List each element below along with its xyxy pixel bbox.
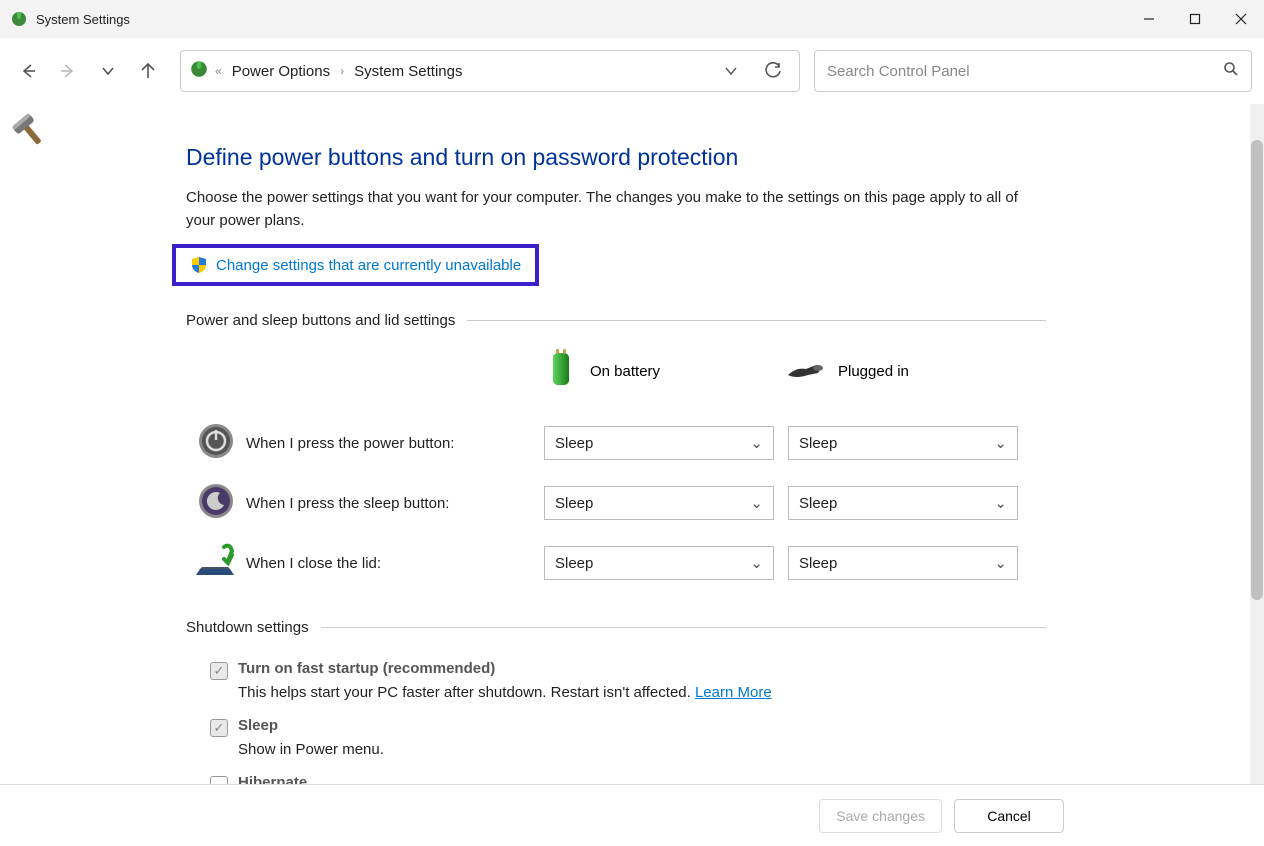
overflow-chevron-icon[interactable]: « [215, 64, 222, 78]
breadcrumb-system-settings[interactable]: System Settings [350, 61, 466, 82]
cancel-button[interactable]: Cancel [954, 799, 1064, 833]
change-settings-highlight: Change settings that are currently unava… [172, 244, 539, 286]
chevron-down-icon: ⌄ [750, 434, 763, 452]
address-dropdown[interactable] [713, 53, 749, 89]
search-input[interactable] [827, 63, 1223, 80]
row-close-lid-label: When I close the lid: [246, 555, 544, 572]
fast-startup-label: Turn on fast startup (recommended) [238, 660, 495, 677]
page-intro: Choose the power settings that you want … [186, 187, 1026, 232]
hammer-icon [8, 143, 54, 160]
history-dropdown[interactable] [90, 53, 126, 89]
app-icon [10, 10, 28, 28]
chevron-down-icon: ⌄ [994, 554, 1007, 572]
nav-toolbar: « Power Options › System Settings [0, 38, 1264, 104]
row-close-lid: When I close the lid: Sleep⌄ Sleep⌄ [186, 533, 1046, 593]
chevron-right-icon: › [340, 64, 344, 78]
left-gutter [0, 104, 70, 786]
power-button-plugged-combo[interactable]: Sleep⌄ [788, 426, 1018, 460]
section-shutdown-title: Shutdown settings [186, 619, 309, 636]
section-power-buttons-title: Power and sleep buttons and lid settings [186, 312, 455, 329]
scrollbar-thumb[interactable] [1251, 140, 1263, 600]
page-title: Define power buttons and turn on passwor… [186, 144, 1250, 171]
change-settings-link[interactable]: Change settings that are currently unava… [216, 257, 521, 274]
fast-startup-checkbox[interactable] [210, 662, 228, 680]
power-button-icon [196, 421, 236, 466]
search-box[interactable] [814, 50, 1252, 92]
save-changes-button[interactable]: Save changes [819, 799, 942, 833]
footer-bar: Save changes Cancel [0, 784, 1264, 846]
column-plugged-in-label: Plugged in [838, 363, 909, 380]
column-on-battery-label: On battery [590, 363, 660, 380]
content-area: Define power buttons and turn on passwor… [70, 104, 1250, 786]
close-lid-battery-combo[interactable]: Sleep⌄ [544, 546, 774, 580]
address-bar[interactable]: « Power Options › System Settings [180, 50, 800, 92]
row-sleep-button-label: When I press the sleep button: [246, 495, 544, 512]
close-lid-plugged-combo[interactable]: Sleep⌄ [788, 546, 1018, 580]
chevron-down-icon: ⌄ [750, 554, 763, 572]
divider [321, 627, 1046, 628]
sleep-button-icon [196, 481, 236, 526]
breadcrumb-power-options[interactable]: Power Options [228, 61, 334, 82]
battery-icon [544, 347, 578, 395]
sleep-option-desc: Show in Power menu. [186, 741, 1046, 768]
up-button[interactable] [130, 53, 166, 89]
titlebar: System Settings [0, 0, 1264, 38]
learn-more-link[interactable]: Learn More [695, 684, 772, 701]
sleep-checkbox[interactable] [210, 719, 228, 737]
refresh-button[interactable] [755, 53, 791, 89]
row-sleep-button: When I press the sleep button: Sleep⌄ Sl… [186, 473, 1046, 533]
laptop-lid-icon [194, 541, 238, 586]
control-panel-icon [189, 59, 209, 84]
plug-icon [786, 357, 826, 385]
back-button[interactable] [10, 53, 46, 89]
window-title: System Settings [36, 12, 130, 27]
sleep-button-battery-combo[interactable]: Sleep⌄ [544, 486, 774, 520]
sleep-button-plugged-combo[interactable]: Sleep⌄ [788, 486, 1018, 520]
fast-startup-desc: This helps start your PC faster after sh… [186, 684, 1046, 711]
sleep-option-label: Sleep [238, 717, 278, 734]
row-power-button-label: When I press the power button: [246, 435, 544, 452]
chevron-down-icon: ⌄ [994, 434, 1007, 452]
vertical-scrollbar[interactable] [1250, 104, 1264, 786]
power-button-battery-combo[interactable]: Sleep⌄ [544, 426, 774, 460]
column-plugged-in: Plugged in [786, 357, 1028, 385]
chevron-down-icon: ⌄ [994, 494, 1007, 512]
shield-icon [190, 256, 208, 274]
close-button[interactable] [1218, 0, 1264, 38]
search-icon[interactable] [1223, 61, 1239, 82]
minimize-button[interactable] [1126, 0, 1172, 38]
divider [467, 320, 1046, 321]
chevron-down-icon: ⌄ [750, 494, 763, 512]
maximize-button[interactable] [1172, 0, 1218, 38]
forward-button[interactable] [50, 53, 86, 89]
row-power-button: When I press the power button: Sleep⌄ Sl… [186, 413, 1046, 473]
column-on-battery: On battery [544, 347, 786, 395]
